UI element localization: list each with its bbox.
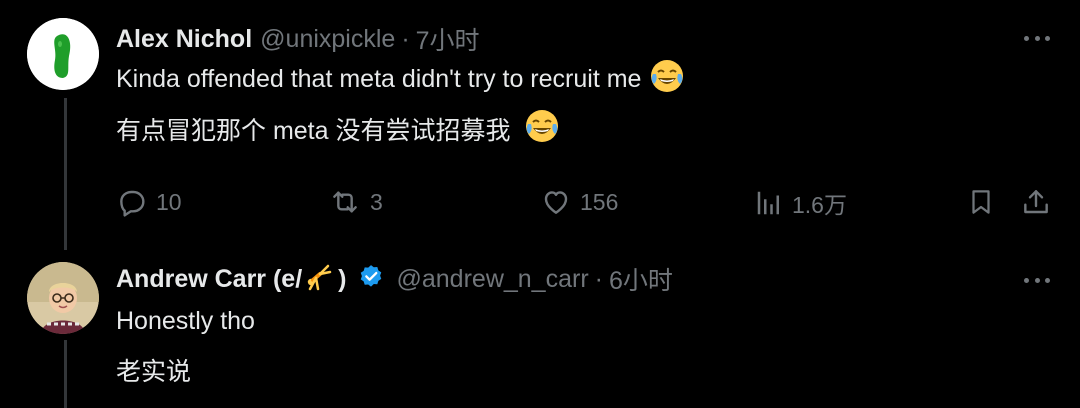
views-count: 1.6万 [792,192,847,218]
author-name[interactable]: Alex Nichol [116,25,252,54]
reply-button[interactable]: 10 [116,186,182,218]
views-button[interactable]: 1.6万 [754,186,847,220]
reply-count: 10 [156,188,182,215]
tweet-1[interactable]: Alex Nichol @unixpickle · 7小时 Kinda offe… [0,0,1080,250]
bookmark-icon [972,190,990,214]
separator-dot: · [401,24,410,53]
dot [1045,35,1050,41]
timestamp[interactable]: 6小时 [609,261,673,297]
avatar-alex-nichol[interactable] [27,18,99,90]
repost-icon [333,191,357,213]
share-button[interactable] [1020,186,1052,218]
tweet-text-en: Honestly tho [116,307,255,335]
like-button[interactable]: 156 [540,186,618,218]
verified-badge-icon [357,263,385,296]
face-with-tears-of-joy-icon [649,58,685,101]
dot [1045,277,1050,283]
author-handle[interactable]: @andrew_n_carr [397,265,589,294]
avatar-andrew-carr[interactable] [27,262,99,334]
author-name[interactable]: Andrew Carr (e/ [116,265,302,294]
dot [1034,277,1040,283]
heart-icon [544,191,568,214]
repost-button[interactable]: 3 [328,186,383,218]
reply-icon [120,190,145,217]
tweet-2[interactable]: Andrew Carr (e/ ) @andrew_n_carr · 6小时 H… [0,250,1080,408]
tweet-text-en: Kinda offended that meta didn't try to r… [116,59,685,96]
tweet-text-en-content: Kinda offended that meta didn't try to r… [116,64,642,93]
share-icon [1024,190,1048,214]
dot [1024,35,1029,41]
more-options-button[interactable] [1024,34,1050,42]
like-count: 156 [580,188,619,215]
dot [1034,35,1040,41]
bookmark-button[interactable] [966,186,996,218]
pickle-icon [27,18,99,90]
cartwheel-person-icon [304,262,334,297]
tweet-actions: 10 3 156 1.6万 [0,186,1080,220]
tweet-text-zh: 老实说 [116,358,192,386]
views-icon [757,191,779,215]
child-photo-icon [27,262,99,334]
timestamp[interactable]: 7小时 [416,21,480,57]
dot [1024,277,1029,283]
more-options-button[interactable] [1024,276,1050,284]
author-handle[interactable]: @unixpickle [260,25,395,54]
repost-count: 3 [370,188,383,215]
tweet-text-zh-content: 有点冒犯那个 meta 没有尝试招募我 [116,117,511,145]
tweet-header: Alex Nichol @unixpickle · 7小时 [116,22,480,56]
tweet-header: Andrew Carr (e/ ) @andrew_n_carr · 6小时 [116,262,673,296]
tweet-text-zh: 有点冒犯那个 meta 没有尝试招募我 [116,108,560,151]
face-with-tears-of-joy-icon [524,108,560,151]
separator-dot: · [594,264,603,293]
author-name-suffix[interactable]: ) [338,265,346,294]
